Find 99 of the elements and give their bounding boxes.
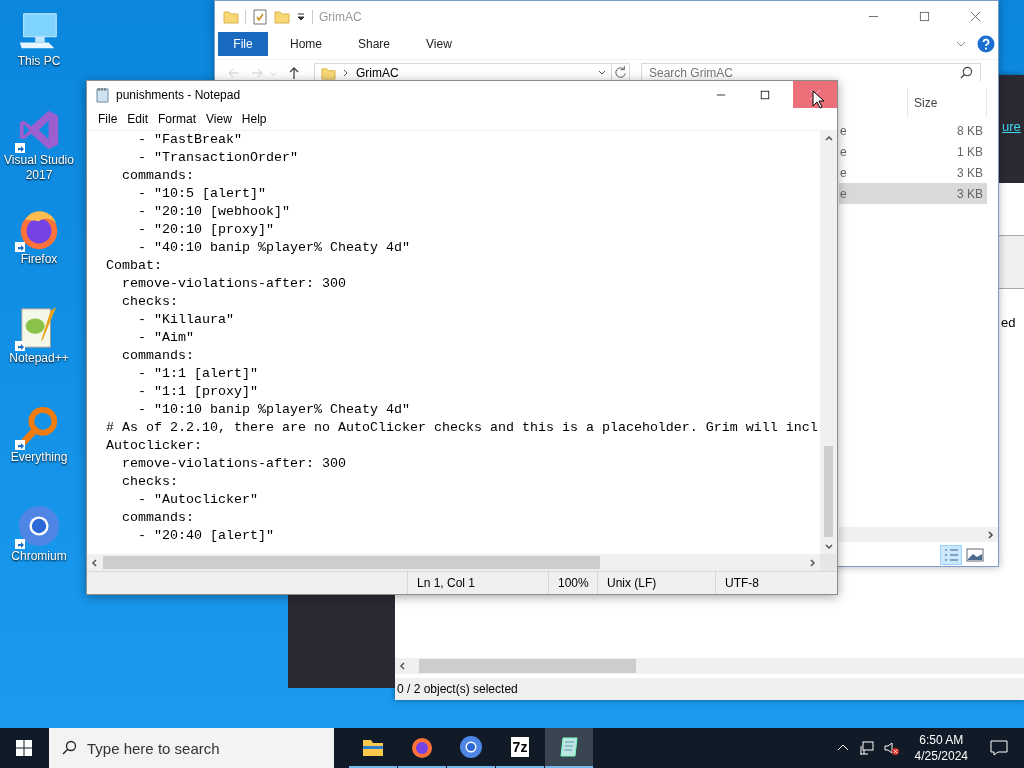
menu-item[interactable]: View bbox=[201, 112, 237, 126]
window-title: punishments - Notepad bbox=[116, 87, 241, 102]
notepad-icon[interactable] bbox=[557, 735, 581, 759]
taskbar-search-field[interactable]: Type here to search bbox=[49, 728, 334, 768]
text-line: Combat: bbox=[106, 257, 162, 275]
file-row[interactable]: e 8 KB bbox=[839, 120, 987, 141]
column-header[interactable]: Size bbox=[907, 89, 987, 117]
search-icon[interactable] bbox=[61, 740, 77, 756]
dropdown-icon[interactable] bbox=[296, 11, 306, 22]
text-line: - "20:10 [proxy]" bbox=[137, 221, 274, 239]
scroll-right-icon[interactable] bbox=[985, 529, 995, 540]
taskbar-app-button[interactable] bbox=[545, 728, 593, 768]
status-text: 0 / 2 object(s) selected bbox=[397, 682, 518, 696]
text-line: - "Autoclicker" bbox=[137, 491, 258, 509]
scroll-left-icon[interactable] bbox=[90, 557, 100, 568]
table-cell-text: 3 KB bbox=[956, 186, 984, 201]
menu-item[interactable]: Format bbox=[153, 112, 202, 126]
volume-muted-icon[interactable] bbox=[882, 740, 899, 756]
text-line: - "10:5 [alert]" bbox=[137, 185, 266, 203]
close-button[interactable] bbox=[793, 81, 837, 108]
text-line: - "20:40 [alert]" bbox=[137, 527, 274, 545]
table-cell: e bbox=[839, 123, 847, 138]
link[interactable]: ure bbox=[1002, 119, 1021, 134]
ribbon-tab[interactable]: Share bbox=[344, 32, 405, 56]
text-line: checks: bbox=[121, 473, 178, 491]
help-icon[interactable] bbox=[977, 35, 995, 53]
file-row[interactable]: e 3 KB bbox=[839, 162, 987, 183]
text-line: # As of 2.2.10, there are no AutoClicker checks and this is a placeholder. Grim will incl bbox=[106, 419, 818, 437]
taskbar-app-button[interactable]: 7z bbox=[496, 728, 544, 768]
table-cell-text: 8 KB bbox=[956, 123, 984, 138]
ribbon-tab[interactable]: View bbox=[412, 32, 466, 56]
maximize-icon[interactable] bbox=[760, 89, 770, 100]
large-icons-view-icon[interactable] bbox=[964, 545, 986, 565]
file-row[interactable]: e 3 KB bbox=[839, 183, 987, 204]
horizontal-scrollbar[interactable] bbox=[395, 658, 1024, 674]
text-line: commands: bbox=[121, 509, 194, 527]
ribbon-tab[interactable]: File bbox=[218, 32, 268, 56]
up-arrow-icon[interactable] bbox=[287, 66, 301, 80]
text-line: - "TransactionOrder" bbox=[137, 149, 298, 167]
firefox-icon[interactable] bbox=[410, 735, 434, 759]
windows-start-icon[interactable] bbox=[16, 740, 32, 756]
ribbon-tab[interactable]: Home bbox=[276, 32, 336, 56]
table-cell: e bbox=[839, 144, 847, 159]
desktop-icon-label[interactable]: Visual Studio 2017 bbox=[1, 153, 77, 183]
menu-item[interactable]: Help bbox=[236, 112, 272, 126]
text-line: - "10:10 banip %player% Cheaty 4d" bbox=[137, 401, 410, 419]
scroll-thumb[interactable] bbox=[419, 659, 636, 673]
scroll-down-icon[interactable] bbox=[823, 541, 834, 551]
window-title: GrimAC bbox=[319, 9, 362, 24]
menu-item[interactable]: Edit bbox=[122, 112, 154, 126]
chromium-icon[interactable] bbox=[459, 735, 483, 759]
text-line: Autoclicker: bbox=[106, 437, 202, 455]
table-cell-text: 3 KB bbox=[956, 165, 984, 180]
refresh-icon[interactable] bbox=[611, 63, 630, 81]
text-line: - "1:1 [proxy]" bbox=[137, 383, 258, 401]
status-text: Ln 1, Col 1 bbox=[407, 572, 548, 594]
table-cell-text: 1 KB bbox=[956, 144, 984, 159]
label: ed bbox=[1001, 315, 1016, 330]
text-line: - "Aim" bbox=[137, 329, 194, 347]
notification-icon[interactable] bbox=[990, 739, 1008, 757]
file-row[interactable]: e 1 KB bbox=[839, 141, 987, 162]
ribbon-panel bbox=[998, 235, 1024, 289]
text-line: checks: bbox=[121, 293, 178, 311]
scroll-right-icon[interactable] bbox=[807, 557, 817, 568]
status-text: UTF-8 bbox=[715, 572, 837, 594]
table-cell: e bbox=[839, 186, 847, 201]
search-icon[interactable] bbox=[960, 66, 973, 79]
clock-time[interactable]: 6:50 AM bbox=[919, 732, 964, 748]
properties-icon[interactable] bbox=[252, 8, 268, 25]
desktop-icon-label[interactable]: Firefox bbox=[1, 252, 77, 267]
chevron-right-icon[interactable] bbox=[342, 69, 350, 77]
text-line: commands: bbox=[121, 347, 194, 365]
menu-item[interactable]: File bbox=[93, 112, 123, 126]
app-logo[interactable]: 7z bbox=[510, 737, 530, 757]
text-line: - "40:10 banip %player% Cheaty 4d" bbox=[137, 239, 410, 257]
clock-date[interactable]: 4/25/2024 bbox=[914, 748, 968, 764]
text-line: - "FastBreak" bbox=[137, 131, 242, 149]
text-line: - "Killaura" bbox=[137, 311, 234, 329]
scroll-thumb[interactable] bbox=[824, 446, 833, 537]
scroll-left-icon[interactable] bbox=[398, 661, 408, 671]
notepad-icon bbox=[95, 86, 111, 103]
text-line: remove-violations-after: 300 bbox=[121, 275, 346, 293]
vertical-scrollbar[interactable] bbox=[820, 131, 837, 554]
horizontal-scrollbar[interactable] bbox=[839, 527, 998, 542]
text-line: remove-violations-after: 300 bbox=[121, 455, 346, 473]
status-text: 100% bbox=[548, 572, 597, 594]
text-line: - "20:10 [webhook]" bbox=[137, 203, 290, 221]
mouse-cursor-icon bbox=[812, 90, 824, 110]
table-cell: e bbox=[839, 165, 847, 180]
search-field[interactable]: Search GrimAC bbox=[641, 63, 981, 81]
text-line: commands: bbox=[121, 167, 194, 185]
network-icon[interactable] bbox=[858, 740, 875, 756]
horizontal-scrollbar[interactable] bbox=[87, 554, 820, 571]
desktop-icon-label[interactable]: This PC bbox=[1, 54, 77, 69]
status-text: Unix (LF) bbox=[597, 572, 715, 594]
folder-icon bbox=[321, 65, 336, 81]
close-icon[interactable] bbox=[970, 11, 981, 22]
text-line: - "1:1 [alert]" bbox=[137, 365, 258, 383]
scroll-thumb[interactable] bbox=[103, 556, 600, 569]
